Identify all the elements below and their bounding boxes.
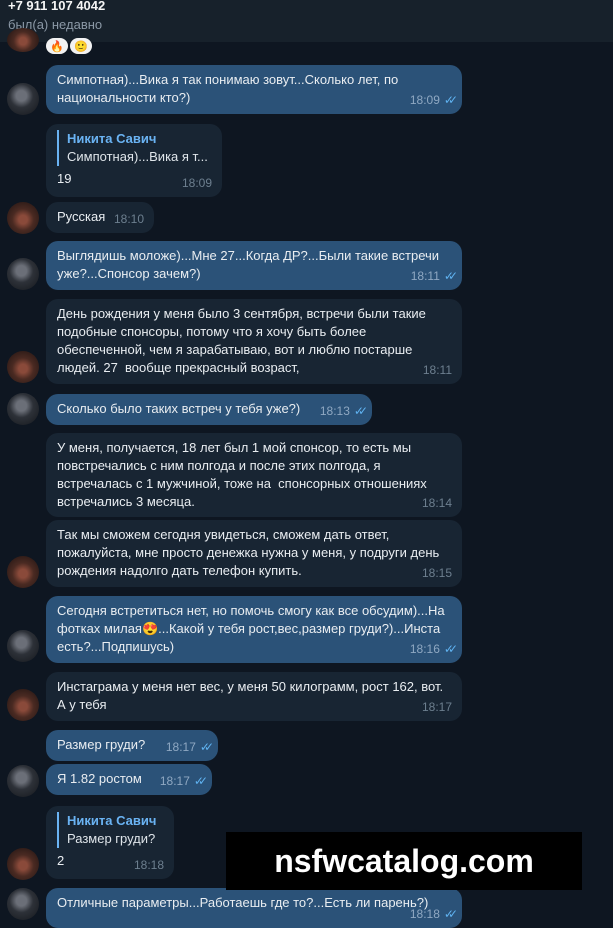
double-check-icon: ✓✓ [443, 93, 458, 107]
message-time: 18:11 [410, 269, 440, 283]
message-bubble[interactable]: Сегодня встретиться нет, но помочь смогу… [46, 596, 462, 663]
message-bubble[interactable]: Я 1.82 ростом 18:17 ✓✓ [46, 764, 212, 795]
message-time: 18:17 [165, 740, 196, 754]
fire-reaction-icon[interactable]: 🔥 [46, 38, 68, 54]
message-bubble[interactable]: Отличные параметры...Работаешь где то?..… [46, 888, 462, 928]
message-bubble[interactable]: Сколько было таких встреч у тебя уже?) 1… [46, 394, 372, 425]
avatar[interactable] [7, 393, 39, 425]
message-time: 18:10 [113, 212, 144, 226]
reply-text: Симпотная)...Вика я т... [67, 149, 208, 164]
message-time: 18:09 [409, 93, 440, 107]
watermark: nsfwcatalog.com [226, 832, 582, 890]
message-bubble[interactable]: Так мы сможем сегодня увидеться, сможем … [46, 520, 462, 587]
double-check-icon: ✓✓ [353, 404, 368, 418]
message-bubble[interactable]: У меня, получается, 18 лет был 1 мой спо… [46, 433, 462, 517]
message-text: Сегодня встретиться нет, но помочь смогу… [57, 603, 449, 654]
double-check-icon: ✓✓ [443, 269, 458, 283]
reply-author: Никита Савич [67, 813, 157, 828]
reply-text: Размер груди? [67, 831, 156, 846]
contact-name: +7 911 107 4042 [8, 0, 106, 13]
message-time: 18:18 [133, 858, 164, 872]
reply-quote[interactable]: Никита Савич Размер груди? [57, 812, 163, 848]
message-text: Так мы сможем сегодня увидеться, сможем … [57, 527, 443, 578]
double-check-icon: ✓✓ [443, 907, 458, 921]
message-text: День рождения у меня было 3 сентября, вс… [57, 306, 430, 375]
chat-header[interactable]: +7 911 107 4042 был(а) недавно [0, 0, 613, 42]
avatar[interactable] [7, 630, 39, 662]
message-text: У меня, получается, 18 лет был 1 мой спо… [57, 440, 431, 509]
double-check-icon: ✓✓ [193, 774, 208, 788]
reply-author: Никита Савич [67, 131, 157, 146]
reply-quote[interactable]: Никита Савич Симпотная)...Вика я т... [57, 130, 211, 166]
message-time: 18:13 [319, 404, 350, 418]
message-bubble[interactable]: Никита Савич Симпотная)...Вика я т... 19… [46, 124, 222, 197]
avatar[interactable] [7, 689, 39, 721]
message-bubble[interactable]: Выглядишь моложе)...Мне 27...Когда ДР?..… [46, 241, 462, 290]
message-time: 18:14 [421, 496, 452, 510]
message-text: Сколько было таких встреч у тебя уже?) [57, 401, 301, 416]
message-time: 18:17 [159, 774, 190, 788]
avatar[interactable] [7, 202, 39, 234]
message-bubble[interactable]: Симпотная)...Вика я так понимаю зовут...… [46, 65, 462, 114]
message-time: 18:18 [409, 907, 440, 921]
avatar[interactable] [7, 351, 39, 383]
message-bubble[interactable]: Размер груди? 18:17 ✓✓ [46, 730, 218, 761]
avatar[interactable] [7, 258, 39, 290]
avatar[interactable] [7, 28, 39, 52]
avatar[interactable] [7, 556, 39, 588]
avatar[interactable] [7, 83, 39, 115]
message-time: 18:11 [422, 363, 452, 377]
message-text: Инстаграма у меня нет вес, у меня 50 кил… [57, 679, 447, 712]
message-bubble[interactable]: День рождения у меня было 3 сентября, вс… [46, 299, 462, 384]
message-time: 18:09 [181, 176, 212, 190]
reactions[interactable]: 🔥 🙂 [46, 38, 92, 54]
message-bubble[interactable]: Инстаграма у меня нет вес, у меня 50 кил… [46, 672, 462, 721]
message-time: 18:15 [421, 566, 452, 580]
message-bubble[interactable]: Никита Савич Размер груди? 2 18:18 [46, 806, 174, 879]
double-check-icon: ✓✓ [199, 740, 214, 754]
message-bubble[interactable]: Русская 18:10 [46, 202, 154, 233]
avatar[interactable] [7, 888, 39, 920]
message-text: Выглядишь моложе)...Мне 27...Когда ДР?..… [57, 248, 443, 281]
message-time: 18:16 [409, 642, 440, 656]
message-time: 18:17 [421, 700, 452, 714]
message-text: Симпотная)...Вика я так понимаю зовут...… [57, 72, 402, 105]
smile-reaction-icon[interactable]: 🙂 [70, 38, 92, 54]
double-check-icon: ✓✓ [443, 642, 458, 656]
message-text: Отличные параметры...Работаешь где то?..… [57, 895, 429, 910]
avatar[interactable] [7, 765, 39, 797]
avatar[interactable] [7, 848, 39, 880]
